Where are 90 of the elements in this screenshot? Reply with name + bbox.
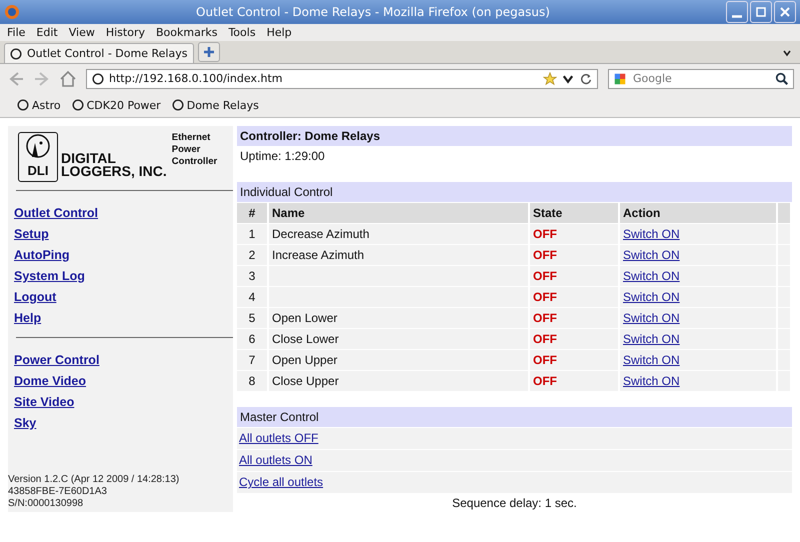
state-text: OFF	[530, 350, 620, 370]
reload-icon[interactable]	[579, 72, 593, 86]
tab-list-icon[interactable]	[782, 48, 792, 58]
page-icon	[9, 46, 23, 60]
bookmark-icon[interactable]	[70, 98, 85, 112]
table-cell: 4	[237, 287, 269, 307]
table-cell: Open Upper	[269, 350, 530, 370]
section-heading: Individual Control	[237, 182, 792, 202]
menu-item[interactable]: Help	[266, 26, 292, 39]
bookmark-link[interactable]: Dome Relays	[186, 98, 259, 112]
bookmark-icon[interactable]	[16, 98, 30, 112]
state-text: OFF	[530, 308, 620, 328]
menu-item[interactable]: Tools	[228, 26, 256, 39]
menu-item[interactable]: History	[106, 26, 145, 39]
browser-logo-icon	[4, 4, 20, 20]
section-heading: Master Control	[237, 407, 792, 427]
menu-item[interactable]: View	[68, 26, 95, 39]
state-text: OFF	[530, 245, 620, 265]
bookmark-icon[interactable]	[170, 98, 185, 112]
master-link[interactable]: Cycle all outlets	[239, 475, 324, 489]
menu-item[interactable]: Bookmarks	[156, 26, 218, 39]
address-field[interactable]: http://192.168.0.100/index.htm	[109, 72, 282, 85]
master-link[interactable]: All outlets ON	[239, 453, 312, 467]
search-field[interactable]: Google	[631, 71, 771, 86]
product-name: Controller	[172, 156, 218, 168]
search-icon[interactable]	[775, 72, 789, 86]
sidebar-link[interactable]: Setup	[14, 224, 49, 245]
close-icon	[779, 6, 791, 18]
version-info: S/N:0000130998	[8, 498, 84, 510]
table-cell: 2	[237, 245, 269, 265]
table-cell: Close Lower	[269, 329, 530, 349]
sidebar-link[interactable]: Outlet Control	[14, 203, 98, 224]
home-icon[interactable]	[58, 68, 78, 88]
search-bar[interactable]: Google	[608, 68, 794, 88]
uptime-text: Uptime: 1:29:00	[239, 148, 326, 165]
table-cell: 6	[237, 329, 269, 349]
table-cell: Increase Azimuth	[269, 245, 530, 265]
plus-icon	[203, 46, 215, 58]
logo-text: DLI	[28, 163, 48, 178]
address-bar[interactable]: http://192.168.0.100/index.htm	[86, 68, 598, 88]
sidebar-link[interactable]: Site Video	[14, 392, 74, 413]
menu-item[interactable]: Edit	[36, 26, 58, 39]
sidebar-link[interactable]: Dome Video	[14, 371, 86, 392]
sidebar-link[interactable]: System Log	[14, 266, 85, 287]
table-cell: 5	[237, 308, 269, 328]
bookmark-link[interactable]: Astro	[32, 98, 61, 112]
browser-tab[interactable]: Outlet Control - Dome Relays	[4, 43, 194, 63]
column-header: State	[530, 203, 620, 223]
section-heading: Controller: Dome Relays	[237, 126, 792, 146]
table-cell: Close Upper	[269, 371, 530, 391]
version-info: 43858FBE-7E60D1A3	[8, 486, 108, 498]
sidebar-link[interactable]: Logout	[14, 287, 56, 308]
product-name: Ethernet	[172, 132, 212, 144]
state-text: OFF	[530, 329, 620, 349]
column-header: Name	[269, 203, 530, 223]
delay-text: Sequence delay: 1 sec.	[451, 495, 578, 510]
table-cell: 3	[237, 266, 269, 286]
sidebar-link[interactable]: Help	[14, 308, 42, 329]
company-name: DIGITAL	[61, 152, 117, 165]
sidebar-link[interactable]: Sky	[14, 413, 36, 434]
state-text: OFF	[530, 224, 620, 244]
state-text: OFF	[530, 287, 620, 307]
table-cell: Decrease Azimuth	[269, 224, 530, 244]
state-text: OFF	[530, 371, 620, 391]
search-engine-icon[interactable]	[613, 72, 627, 86]
window-title: Outlet Control - Dome Relays - Mozilla Firefox (on pegasus)	[195, 5, 551, 19]
master-link[interactable]: All outlets OFF	[239, 431, 318, 445]
page-icon	[91, 72, 105, 86]
table-cell: 7	[237, 350, 269, 370]
minimize-button[interactable]	[726, 1, 748, 23]
column-header: Action	[620, 203, 778, 223]
product-name: Power	[172, 144, 202, 156]
state-text: OFF	[530, 266, 620, 286]
new-tab-button[interactable]	[198, 42, 220, 62]
minimize-icon	[732, 14, 742, 18]
sidebar-link[interactable]: AutoPing	[14, 245, 70, 266]
bookmark-link[interactable]: CDK20 Power	[86, 98, 161, 112]
maximize-button[interactable]	[750, 1, 772, 23]
close-button[interactable]	[774, 1, 796, 23]
column-header: #	[237, 203, 269, 223]
version-info: Version 1.2.C (Apr 12 2009 / 14:28:13)	[8, 474, 180, 486]
sidebar-link[interactable]: Power Control	[14, 350, 100, 371]
tab-label[interactable]: Outlet Control - Dome Relays	[27, 47, 188, 60]
menu-item[interactable]: File	[7, 26, 26, 39]
table-cell: 1	[237, 224, 269, 244]
table-cell: Open Lower	[269, 308, 530, 328]
company-name: LOGGERS, INC.	[61, 165, 167, 178]
star-icon[interactable]	[543, 72, 557, 86]
table-cell: 8	[237, 371, 269, 391]
maximize-icon	[755, 6, 767, 18]
